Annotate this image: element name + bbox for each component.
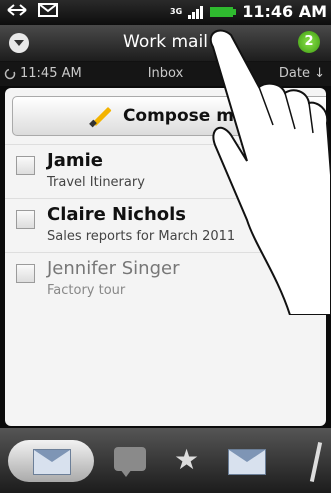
sub-header: 11:45 AM Inbox Date ↓: [0, 62, 331, 86]
mail-checkbox[interactable]: [16, 210, 35, 229]
network-type: 3G: [170, 7, 183, 16]
title-bar: Work mail 2: [0, 25, 331, 62]
tab-compose[interactable]: [300, 440, 330, 482]
mail-notification-icon: [38, 3, 58, 17]
mail-panel: Compose mail Jamie Travel Itinerary 11:4…: [5, 88, 326, 426]
mail-sender: Claire Nichols: [47, 204, 187, 225]
mail-time: 11:46 AM: [280, 175, 326, 190]
bottom-tab-bar: ★: [0, 428, 331, 493]
star-icon: ★: [174, 443, 200, 476]
envelope-icon: [33, 449, 71, 475]
mail-item[interactable]: Claire Nichols Sales reports for March 2…: [5, 198, 326, 252]
page-title: Work mail: [123, 32, 208, 52]
mail-time: 11:45 AM: [280, 229, 326, 244]
sort-selector[interactable]: Date ↓: [279, 66, 325, 81]
tab-unread[interactable]: [220, 440, 272, 482]
compose-mail-button[interactable]: Compose mail: [12, 96, 326, 136]
pencil-dock-icon: [309, 442, 323, 482]
mail-checkbox[interactable]: [16, 156, 35, 175]
tab-conversations[interactable]: [104, 440, 156, 482]
pencil-icon: [87, 103, 113, 129]
tab-inbox[interactable]: [8, 440, 94, 482]
mail-subject: Travel Itinerary: [47, 175, 145, 190]
status-bar: 3G 11:46 AM: [0, 0, 331, 25]
unread-envelope-icon: [228, 449, 266, 475]
battery-icon: [210, 6, 237, 17]
signal-icon: [188, 5, 204, 19]
mail-list: Jamie Travel Itinerary 11:46 AM Claire N…: [5, 144, 326, 306]
sync-icon: [7, 4, 27, 16]
unread-count-badge: 2: [298, 31, 320, 53]
mail-subject: Sales reports for March 2011: [47, 229, 236, 244]
mail-sender: Jennifer Singer: [47, 258, 180, 279]
mail-subject: Factory tour: [47, 283, 126, 298]
mail-item[interactable]: Jamie Travel Itinerary 11:46 AM: [5, 144, 326, 198]
mail-sender: Jamie: [47, 150, 103, 171]
mail-item[interactable]: Jennifer Singer Factory tour 11:42 AM: [5, 252, 326, 306]
conversation-icon: [114, 447, 146, 477]
mail-checkbox[interactable]: [16, 264, 35, 283]
compose-label: Compose mail: [122, 106, 258, 126]
mail-time: 11:42 AM: [280, 283, 326, 298]
status-time: 11:46 AM: [242, 2, 327, 21]
tab-favorites[interactable]: ★: [162, 440, 214, 482]
